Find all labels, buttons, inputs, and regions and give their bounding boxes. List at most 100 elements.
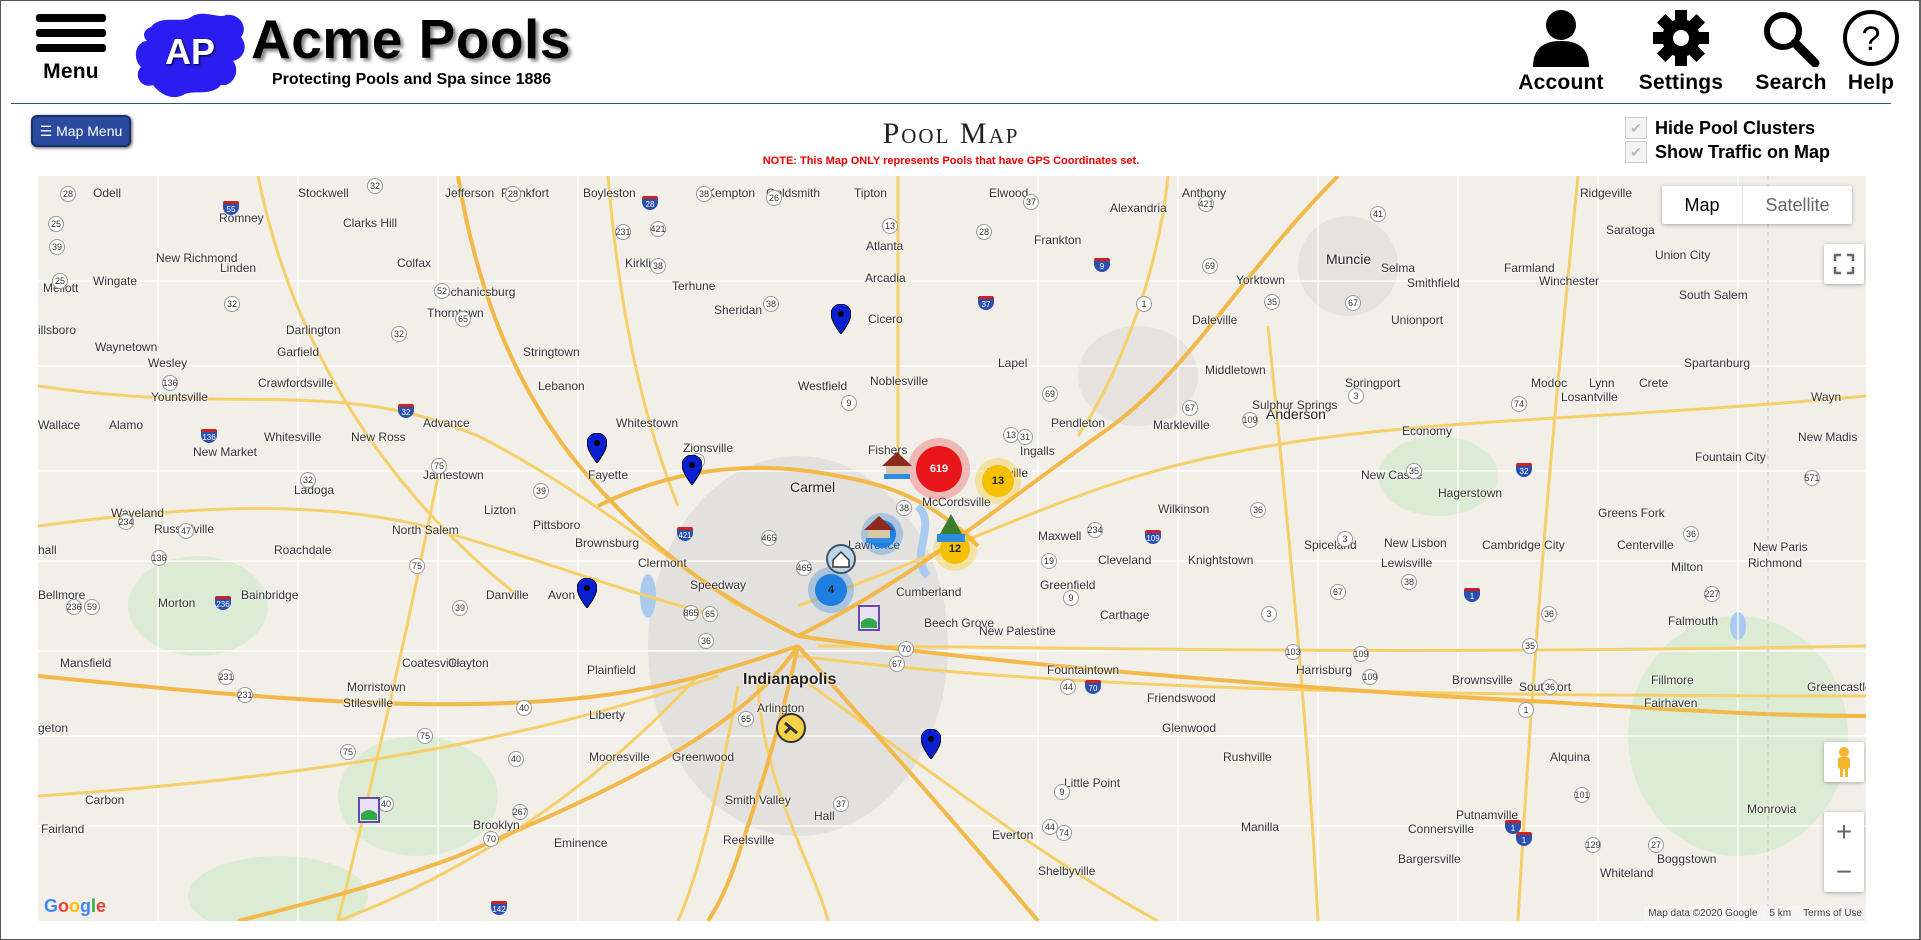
- place-label: Bainbridge: [241, 588, 299, 602]
- map-pin-icon[interactable]: [577, 578, 597, 608]
- app-window: Menu AP Acme Pools Protecting Pools and …: [0, 0, 1921, 940]
- route-shield: 571: [1804, 470, 1820, 486]
- route-shield: 109: [1145, 530, 1161, 544]
- place-label: Monrovia: [1747, 802, 1797, 816]
- place-label: Kempton: [707, 186, 756, 200]
- menu-button[interactable]: Menu: [21, 1, 121, 101]
- place-label: Alquina: [1550, 750, 1591, 764]
- terms-link[interactable]: Terms of Use: [1803, 908, 1862, 919]
- pool-map[interactable]: Indianapolis Anderson Muncie Carmel Odell Sto…: [38, 176, 1866, 921]
- route-shield: 103: [1285, 644, 1301, 660]
- map-pin-icon[interactable]: [682, 455, 702, 485]
- place-label: Greenwood: [672, 750, 735, 764]
- place-label: Cleveland: [1098, 553, 1152, 567]
- cluster-count: 619: [929, 463, 949, 475]
- place-label: Spartanburg: [1684, 356, 1751, 370]
- route-shield: 36: [698, 633, 714, 649]
- route-shield: 109: [1353, 646, 1369, 662]
- hide-pool-clusters-checkbox[interactable]: ✔: [1625, 117, 1647, 139]
- place-label: Carmel: [790, 479, 836, 495]
- settings-button[interactable]: Settings: [1621, 1, 1741, 101]
- zoom-in-button[interactable]: +: [1824, 812, 1864, 852]
- place-label: Middletown: [1205, 363, 1266, 377]
- pool-cluster-13[interactable]: 13: [982, 465, 1014, 497]
- place-label: Wallace: [38, 418, 81, 432]
- street-view-button[interactable]: [1824, 742, 1864, 782]
- map-type-satellite-button[interactable]: Satellite: [1742, 186, 1852, 224]
- search-button[interactable]: Search: [1731, 1, 1851, 101]
- place-label: Whitestown: [616, 416, 679, 430]
- place-label: Harrisburg: [1296, 663, 1353, 677]
- route-shield: 234: [118, 514, 134, 530]
- pool-house-icon[interactable]: [862, 512, 896, 546]
- chemistry-beaker-icon[interactable]: [852, 600, 886, 634]
- place-label: Stilesville: [343, 696, 394, 710]
- place-label: geton: [38, 721, 69, 735]
- route-shield: 35: [1264, 294, 1280, 310]
- place-label: Little Point: [1064, 776, 1121, 790]
- map-pin-icon[interactable]: [921, 729, 941, 759]
- place-label: Waynetown: [95, 340, 158, 354]
- place-label: Lapel: [998, 356, 1028, 370]
- brand-name: Acme Pools: [251, 8, 571, 70]
- place-label: Garfield: [277, 345, 320, 359]
- pool-house-icon[interactable]: [880, 448, 914, 482]
- route-shield: 39: [533, 483, 549, 499]
- show-traffic-option[interactable]: ✔ Show Traffic on Map: [1625, 141, 1830, 163]
- app-header: Menu AP Acme Pools Protecting Pools and …: [11, 1, 1899, 104]
- place-label: Brooklyn: [473, 818, 520, 832]
- route-shield: 3: [1348, 388, 1364, 404]
- place-label: Rushville: [1223, 750, 1272, 764]
- pool-tree-icon[interactable]: [934, 512, 968, 546]
- route-shield: 67: [1182, 400, 1198, 416]
- route-shield: 65: [702, 606, 718, 622]
- pool-cluster-4[interactable]: 4: [815, 574, 847, 606]
- logo-initials: AP: [165, 31, 216, 72]
- hamburger-icon: [36, 8, 106, 52]
- hide-pool-clusters-option[interactable]: ✔ Hide Pool Clusters: [1625, 117, 1815, 139]
- cluster-count: 4: [827, 584, 835, 596]
- route-shield: 109: [1242, 412, 1258, 428]
- place-label: Lynn: [1589, 376, 1615, 390]
- place-label: Mooresville: [589, 750, 650, 764]
- route-shield: 1: [1136, 296, 1152, 312]
- place-label: Wingate: [93, 274, 138, 288]
- place-label: Sheridan: [714, 303, 763, 317]
- route-shield: 37: [833, 796, 849, 812]
- show-traffic-checkbox[interactable]: ✔: [1625, 141, 1647, 163]
- map-pin-icon[interactable]: [587, 433, 607, 463]
- zoom-out-button[interactable]: −: [1824, 852, 1864, 892]
- chemistry-beaker-icon[interactable]: [352, 792, 386, 826]
- place-label: Fountaintown: [1047, 663, 1120, 677]
- map-type-map-button[interactable]: Map: [1662, 186, 1742, 224]
- account-button[interactable]: Account: [1501, 1, 1621, 101]
- search-label: Search: [1755, 71, 1827, 94]
- route-shield: 231: [237, 687, 253, 703]
- pool-cluster-619[interactable]: 619: [916, 446, 962, 492]
- place-label: New Paris: [1753, 540, 1808, 554]
- place-label: Westfield: [798, 379, 848, 393]
- place-label: Fairland: [41, 822, 85, 836]
- route-shield: 9: [841, 395, 857, 411]
- place-label: Clayton: [448, 656, 489, 670]
- place-label: New Madis: [1798, 430, 1858, 444]
- place-label: Clermont: [638, 556, 687, 570]
- help-button[interactable]: ? Help: [1841, 1, 1901, 101]
- place-label: Brownsburg: [575, 536, 640, 550]
- map-pin-icon[interactable]: [831, 304, 851, 334]
- route-shield: 421: [1198, 196, 1214, 212]
- place-label: Crete: [1639, 376, 1669, 390]
- route-shield: 67: [1330, 584, 1346, 600]
- place-label: Richmond: [1748, 556, 1803, 570]
- route-shield: 465: [761, 530, 777, 546]
- service-marker-icon[interactable]: [774, 711, 808, 745]
- menu-label: Menu: [43, 60, 99, 83]
- home-marker-icon[interactable]: [824, 542, 858, 576]
- place-label: Modoc: [1531, 376, 1568, 390]
- route-shield: 28: [976, 224, 992, 240]
- place-label: Bargersville: [1398, 852, 1461, 866]
- route-shield: 101: [1574, 787, 1590, 803]
- place-label: Terhune: [672, 279, 716, 293]
- route-shield: 35: [1406, 463, 1422, 479]
- fullscreen-button[interactable]: [1824, 244, 1864, 284]
